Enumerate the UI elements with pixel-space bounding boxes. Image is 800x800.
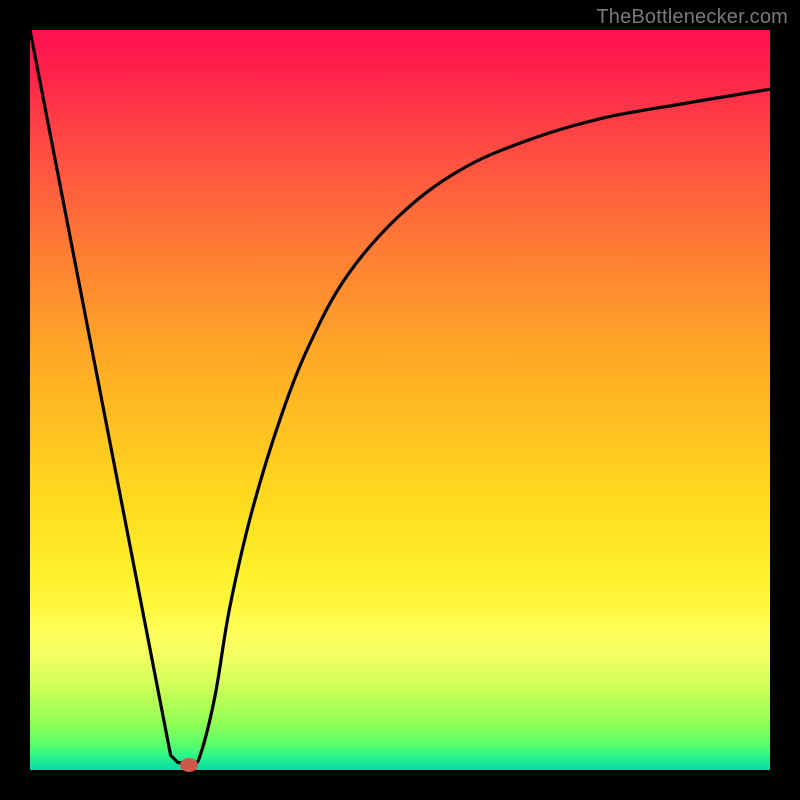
curve-svg (30, 30, 770, 770)
bottleneck-curve (30, 30, 770, 763)
attribution-label: TheBottlenecker.com (596, 6, 788, 29)
valley-marker (180, 758, 198, 772)
chart-container: TheBottlenecker.com (0, 0, 800, 800)
plot-area (30, 30, 770, 770)
